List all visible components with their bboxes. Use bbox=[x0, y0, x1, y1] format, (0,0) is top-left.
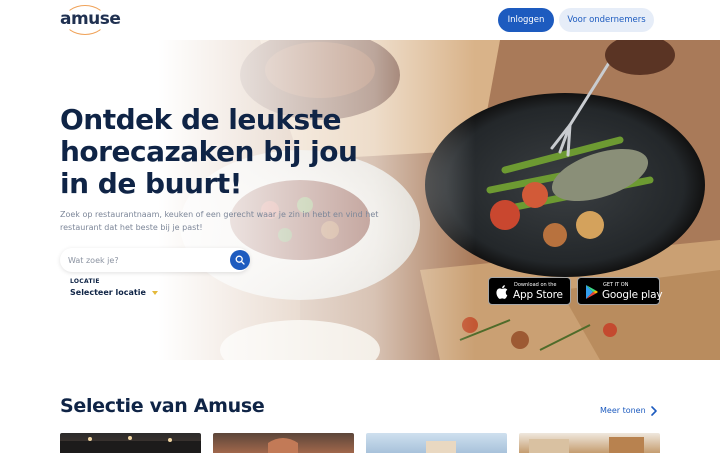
hero-title: Ontdek de leukste horecazaken bij jou in… bbox=[60, 103, 358, 200]
restaurant-photo-icon bbox=[529, 437, 644, 453]
location-select-value: Selecteer locatie bbox=[70, 288, 146, 297]
restaurant-photo-icon bbox=[426, 441, 456, 453]
google-play-big-text: Google play bbox=[602, 289, 663, 301]
search-bar bbox=[60, 248, 250, 272]
restaurant-card[interactable] bbox=[60, 433, 201, 453]
amuse-logo[interactable]: amuse bbox=[60, 4, 121, 36]
search-button[interactable] bbox=[230, 250, 250, 270]
location-select[interactable]: Selecteer locatie bbox=[70, 288, 160, 300]
google-play-small-text: GET IT ON bbox=[603, 282, 629, 288]
google-play-badge[interactable]: GET IT ON Google play bbox=[577, 277, 663, 305]
location-label: LOCATIE bbox=[70, 278, 100, 285]
google-play-icon bbox=[586, 285, 598, 299]
restaurant-card[interactable] bbox=[213, 433, 354, 453]
restaurant-card[interactable] bbox=[366, 433, 507, 453]
for-business-button[interactable]: Voor ondernemers bbox=[559, 8, 654, 32]
restaurant-card[interactable] bbox=[519, 433, 660, 453]
app-store-badge[interactable]: Download on the App Store bbox=[488, 277, 571, 305]
apple-icon bbox=[496, 285, 508, 299]
login-button[interactable]: Inloggen bbox=[498, 8, 554, 32]
chevron-right-icon[interactable] bbox=[650, 405, 658, 417]
top-bar: amuse Inloggen Voor ondernemers bbox=[0, 0, 720, 40]
restaurant-photo-icon bbox=[268, 438, 298, 453]
hero-subtitle: Zoek op restaurantnaam, keuken of een ge… bbox=[60, 210, 379, 232]
hero-food-image bbox=[0, 40, 720, 360]
app-store-big-text: App Store bbox=[513, 289, 563, 301]
app-store-small-text: Download on the bbox=[514, 282, 557, 288]
restaurant-photo-icon bbox=[60, 436, 201, 453]
search-icon bbox=[235, 255, 245, 265]
logo-text: amuse bbox=[60, 9, 121, 29]
hero-section: Ontdek de leukste horecazaken bij jou in… bbox=[0, 40, 720, 360]
caret-down-icon bbox=[152, 291, 158, 295]
show-more-link[interactable]: Meer tonen bbox=[600, 406, 646, 415]
selection-title: Selectie van Amuse bbox=[60, 395, 265, 417]
search-input[interactable] bbox=[68, 253, 218, 267]
